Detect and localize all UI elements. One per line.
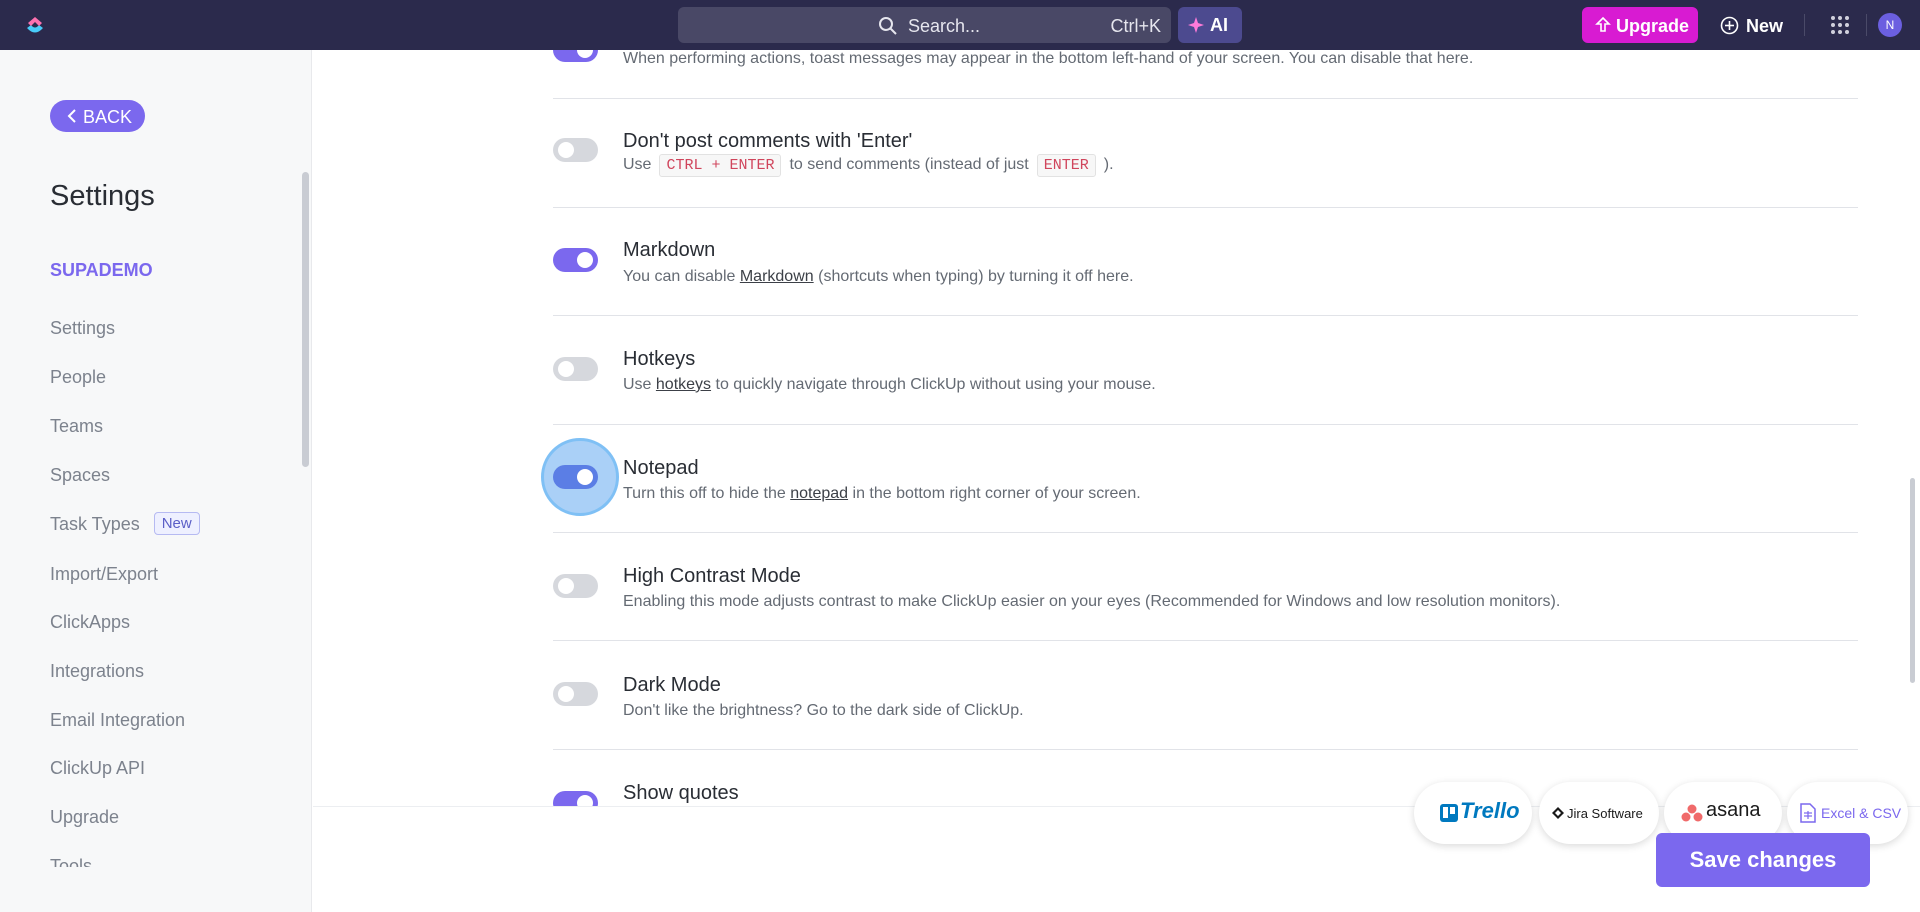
- setting-row-divider: [553, 425, 1858, 533]
- setting-row-divider: [553, 208, 1858, 316]
- ai-sparkle-icon: [1188, 17, 1204, 33]
- sidebar-item-label: Import/Export: [50, 564, 159, 584]
- user-avatar[interactable]: N: [1878, 13, 1902, 37]
- sidebar-item-teams[interactable]: Teams: [50, 416, 103, 437]
- sidebar-item-email-integration[interactable]: Email Integration: [50, 710, 185, 731]
- sidebar-item-upgrade[interactable]: Upgrade: [50, 807, 119, 828]
- back-button[interactable]: BACK: [50, 100, 145, 132]
- show-quotes-toggle[interactable]: [553, 791, 598, 806]
- sidebar-item-label: Task Types: [50, 514, 140, 534]
- ai-button[interactable]: AI: [1178, 7, 1242, 43]
- trello-icon: [1440, 804, 1458, 822]
- sidebar-item-label: Upgrade: [50, 807, 120, 827]
- new-badge: New: [153, 512, 200, 535]
- sidebar-item-clickapps[interactable]: ClickApps: [50, 612, 130, 633]
- sidebar-item-settings[interactable]: Settings: [50, 318, 115, 339]
- sidebar-item-label: Email Integration: [50, 710, 186, 730]
- sidebar-item-label: ClickApps: [50, 612, 131, 632]
- ai-label: AI: [1210, 15, 1228, 35]
- topbar-divider: [1866, 14, 1867, 36]
- sidebar-scrollbar[interactable]: [302, 172, 309, 467]
- trello-label: Trello: [1460, 798, 1520, 823]
- sidebar-item-label: Tools: [50, 856, 93, 867]
- new-button[interactable]: New: [1716, 7, 1792, 43]
- sidebar-item-tools[interactable]: Tools: [50, 856, 92, 867]
- save-changes-button[interactable]: Save changes: [1656, 833, 1870, 887]
- sidebar-item-integrations[interactable]: Integrations: [50, 661, 144, 682]
- new-label: New: [1746, 16, 1784, 36]
- show-quotes-title: Show quotes: [623, 782, 739, 804]
- toggle-knob: [577, 795, 593, 806]
- chevron-left-icon: [67, 109, 76, 123]
- sidebar-item-label: People: [50, 367, 107, 387]
- search-placeholder: Search...: [908, 16, 981, 36]
- sidebar-item-spaces[interactable]: Spaces: [50, 465, 110, 486]
- sidebar-item-label: Spaces: [50, 465, 111, 485]
- upgrade-label: Upgrade: [1616, 16, 1690, 36]
- plus-circle-icon: [1720, 16, 1739, 35]
- topbar-divider: [1804, 14, 1805, 36]
- main-scrollbar[interactable]: [1910, 478, 1915, 683]
- sidebar-item-label: Settings: [50, 318, 116, 338]
- sidebar-item-import-export[interactable]: Import/Export: [50, 564, 158, 585]
- setting-row-divider: [553, 99, 1858, 208]
- excel-icon: [1800, 803, 1816, 823]
- sidebar-item-label: Integrations: [50, 661, 145, 681]
- import-trello-chip[interactable]: Trello: [1414, 782, 1532, 844]
- search-icon: [879, 17, 897, 35]
- back-label: BACK: [83, 107, 133, 127]
- jira-icon: [1552, 807, 1564, 819]
- settings-main: When performing actions, toast messages …: [313, 50, 1920, 806]
- search-bar[interactable]: Search... Ctrl+K: [678, 7, 1171, 43]
- top-bar: Search... Ctrl+K AI Upgrade New N: [0, 0, 1920, 50]
- upgrade-button[interactable]: Upgrade: [1582, 7, 1698, 43]
- workspace-name[interactable]: SUPADEMO: [50, 260, 153, 281]
- apps-grid-icon[interactable]: [1830, 15, 1850, 35]
- search-shortcut: Ctrl+K: [1110, 16, 1161, 36]
- clickup-logo-icon[interactable]: [24, 13, 46, 37]
- import-jira-chip[interactable]: Jira Software: [1539, 782, 1659, 844]
- setting-row-divider: [553, 50, 1858, 99]
- sidebar-item-label: Teams: [50, 416, 104, 436]
- asana-icon: [1681, 804, 1703, 822]
- sidebar-title: Settings: [50, 180, 155, 212]
- settings-sidebar: BACK Settings SUPADEMO Settings People T…: [0, 50, 312, 912]
- sidebar-item-people[interactable]: People: [50, 367, 106, 388]
- upgrade-icon: [1595, 16, 1611, 32]
- setting-row-divider: [553, 641, 1858, 750]
- asana-label: asana: [1706, 799, 1761, 821]
- sidebar-item-clickup-api[interactable]: ClickUp API: [50, 758, 145, 779]
- setting-row-divider: [553, 316, 1858, 425]
- sidebar-item-task-types[interactable]: Task Types New: [50, 512, 200, 535]
- sidebar-item-label: ClickUp API: [50, 758, 146, 778]
- setting-row-divider: [553, 533, 1858, 641]
- jira-label: Jira Software: [1567, 806, 1643, 821]
- excel-label: Excel & CSV: [1821, 805, 1902, 821]
